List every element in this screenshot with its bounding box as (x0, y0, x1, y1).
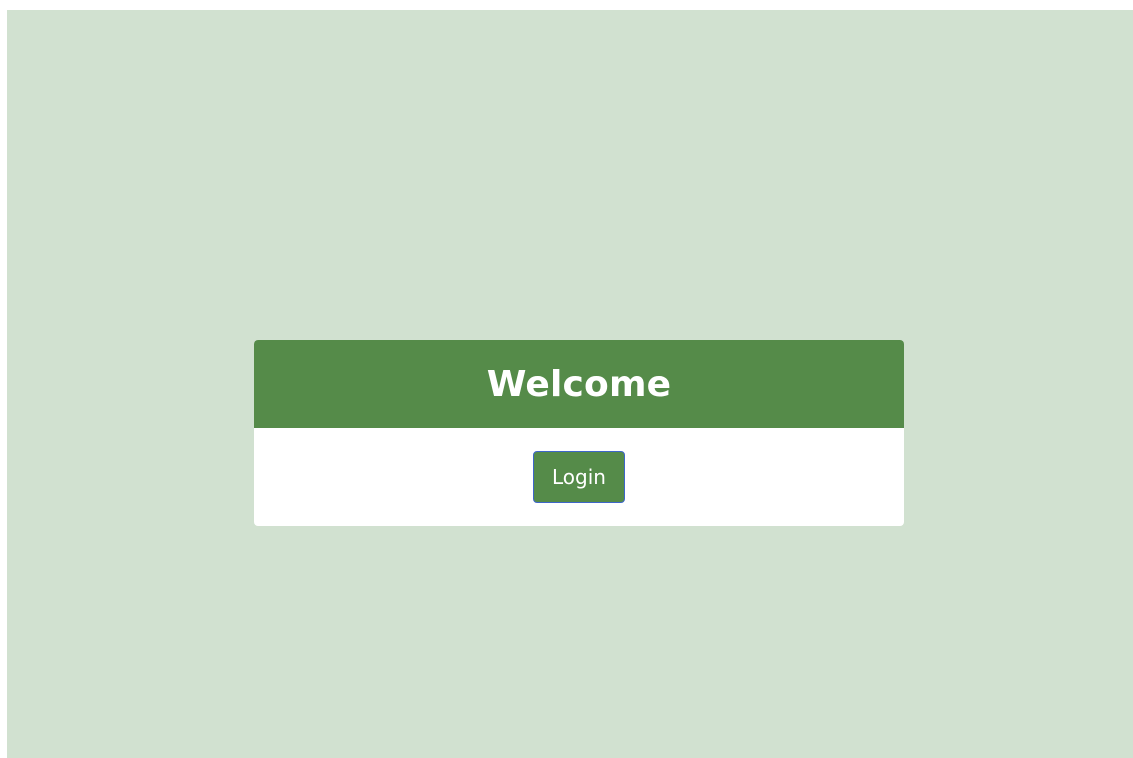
card-body: Login (254, 428, 904, 526)
welcome-title: Welcome (486, 363, 672, 405)
welcome-card: Welcome Login (254, 340, 904, 526)
card-header: Welcome (254, 340, 904, 428)
page-background: Welcome Login (7, 10, 1133, 758)
login-button[interactable]: Login (533, 451, 625, 503)
